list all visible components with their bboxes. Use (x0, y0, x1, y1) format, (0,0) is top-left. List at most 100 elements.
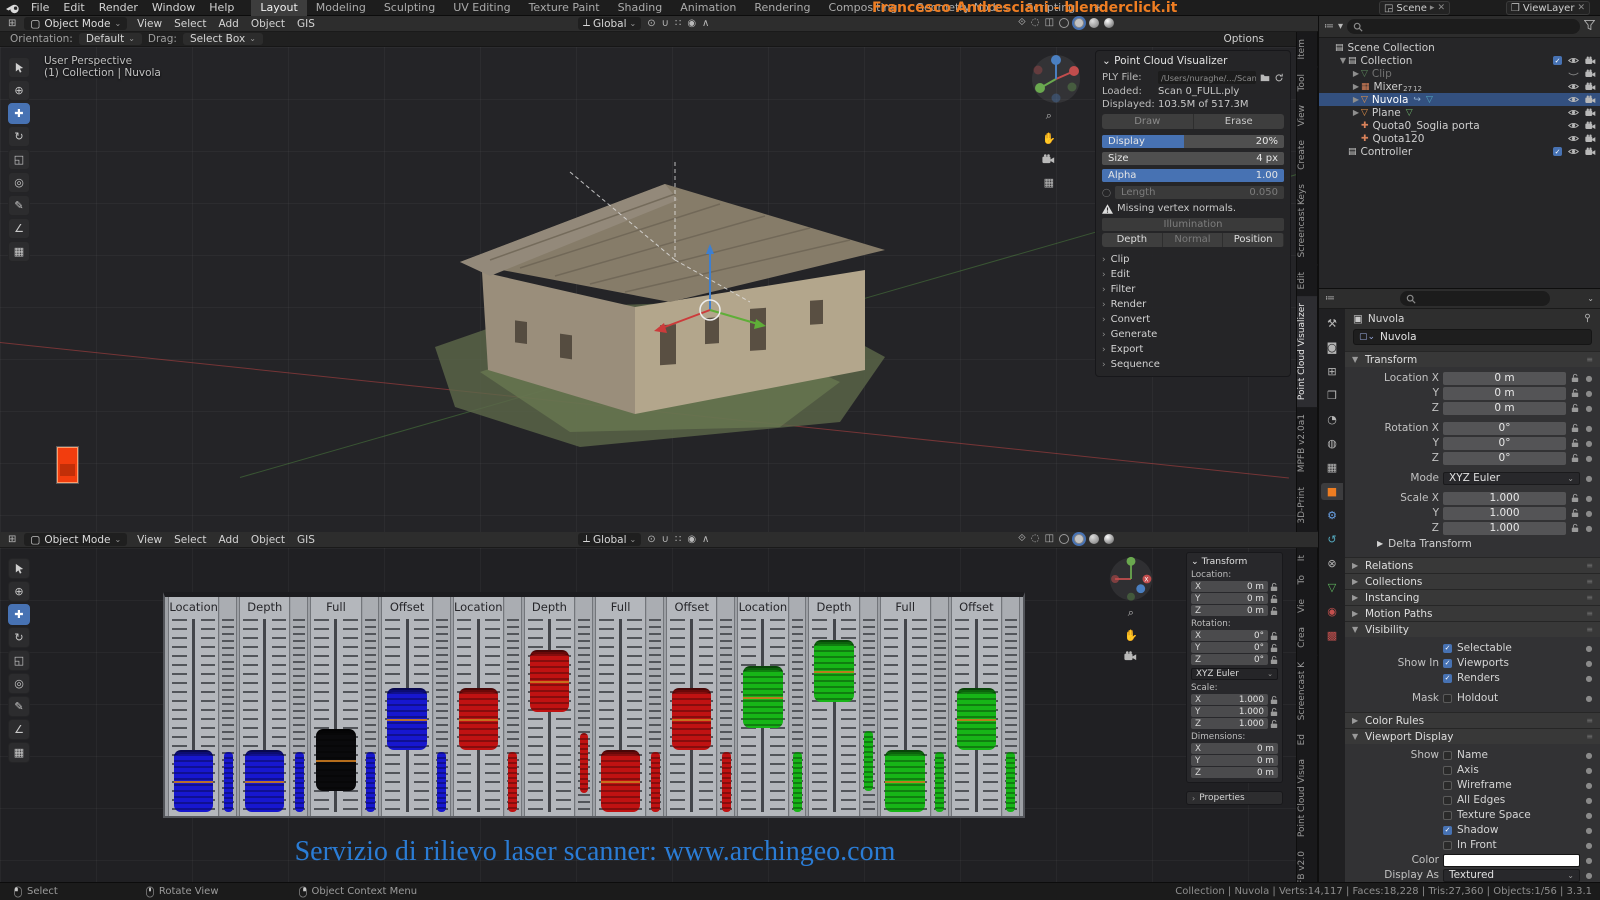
mixer-channel-offset[interactable]: Offset (666, 597, 718, 816)
checkbox-shadow[interactable]: ✓ (1443, 825, 1452, 835)
orientation-global-dropdown[interactable]: ⟂ Global ⌄ (578, 533, 642, 546)
animate-dot-icon[interactable]: ● (1584, 766, 1594, 775)
mixer-trim-fader[interactable] (294, 752, 304, 812)
render-visibility-icon[interactable] (1585, 108, 1596, 117)
viewport-menu-object[interactable]: Object (245, 16, 291, 32)
workspace-tab-rendering[interactable]: Rendering (745, 0, 819, 16)
illumination-toggle[interactable]: Illumination (1102, 218, 1284, 231)
object-name-field[interactable]: ▢⌄ Nuvola (1353, 329, 1592, 345)
mixer-trim-fader[interactable] (366, 752, 375, 812)
mixer-fader[interactable] (387, 688, 428, 751)
pcv-section-filter[interactable]: › Filter (1102, 282, 1284, 297)
animate-dot-icon[interactable]: ● (1584, 524, 1594, 533)
shading-material-icon[interactable] (1089, 17, 1100, 28)
mixer-fader[interactable] (316, 729, 357, 792)
panel-header-color-rules[interactable]: ▶ Color Rules ≡ (1345, 712, 1600, 728)
mixer-trim-fader[interactable] (793, 752, 802, 812)
workspace-tab-sculpting[interactable]: Sculpting (375, 0, 444, 16)
pcv-section-clip[interactable]: › Clip (1102, 252, 1284, 267)
render-visibility-icon[interactable] (1585, 147, 1596, 156)
length-toggle-icon[interactable]: ◯ (1102, 188, 1111, 197)
editor-type-icon[interactable]: ≔ (1324, 21, 1334, 32)
animate-dot-icon[interactable]: ● (1584, 494, 1594, 503)
object-mode-dropdown[interactable]: ▢ Object Mode ⌄ (24, 17, 128, 30)
menu-help[interactable]: Help (202, 0, 241, 16)
render-visibility-icon[interactable] (1585, 82, 1596, 91)
shading-wireframe-icon[interactable] (1059, 533, 1070, 544)
sidebar-tab-screencast-keys[interactable]: Screencast Keys (1297, 177, 1318, 265)
pcv-slider-alpha[interactable]: Alpha 1.00 (1102, 169, 1284, 182)
tool-transform[interactable]: ◎ (8, 673, 30, 694)
mixer-fader[interactable] (458, 688, 499, 751)
prop-field-y[interactable]: 1.000 (1443, 506, 1566, 520)
checkbox-all-edges[interactable] (1443, 795, 1452, 805)
editor-type-icon[interactable]: ⊞ (4, 18, 20, 29)
checkbox-selectable[interactable]: ✓ (1443, 643, 1452, 653)
menu-edit[interactable]: Edit (56, 0, 91, 16)
orientation-global-dropdown[interactable]: ⟂ Global ⌄ (578, 17, 642, 30)
mixer-channel-depth[interactable]: Depth (239, 597, 291, 816)
mixer-channel-depth[interactable]: Depth (523, 597, 576, 816)
animate-dot-icon[interactable]: ● (1584, 659, 1594, 668)
checkbox-axis[interactable] (1443, 765, 1452, 775)
viewlayer-selector[interactable]: ❒ ViewLayer ✕ (1505, 1, 1590, 15)
nav-gizmo-top[interactable] (1030, 53, 1082, 108)
outliner-row-nuvola[interactable]: ▶ ▽ Nuvola ↪ ▽ (1319, 93, 1600, 106)
eye-visibility-icon[interactable] (1568, 121, 1579, 130)
workspace-tab-modeling[interactable]: Modeling (307, 0, 375, 16)
transform-panel-title[interactable]: ⌄ Transform (1191, 556, 1278, 567)
tool-annotate[interactable]: ✎ (8, 696, 30, 717)
transform-field-location-y[interactable]: Y0 m (1191, 593, 1268, 604)
xray-toggle-icon[interactable]: ◫ (1045, 533, 1054, 544)
prop-field-scale-x[interactable]: 1.000 (1443, 491, 1566, 505)
sidebar-tab-vie[interactable]: Vie (1297, 591, 1318, 620)
properties-tab-physics[interactable]: ↺ (1321, 531, 1343, 548)
workspace-tab-animation[interactable]: Animation (671, 0, 745, 16)
animate-dot-icon[interactable]: ● (1584, 796, 1594, 805)
viewport-menu-select[interactable]: Select (168, 16, 212, 32)
mixer-trim-fader[interactable] (579, 733, 589, 794)
sidebar-tab-point-cloud-visualizer[interactable]: Point Cloud Visualizer (1297, 296, 1318, 408)
options-dropdown[interactable]: Options (1223, 32, 1264, 47)
gizmo-toggle-icon[interactable]: ⟐ (1018, 533, 1026, 544)
erase-button[interactable]: Erase (1193, 114, 1284, 129)
sidebar-tab-view[interactable]: View (1297, 97, 1318, 134)
outliner-row-quota120[interactable]: ✚ Quota120 (1319, 132, 1600, 145)
menu-render[interactable]: Render (92, 0, 145, 16)
color-swatch[interactable] (1443, 853, 1580, 867)
prop-field-rotation-x[interactable]: 0° (1443, 421, 1566, 435)
sidebar-tab-edit[interactable]: Edit (1297, 264, 1318, 297)
render-visibility-icon[interactable] (1585, 134, 1596, 143)
pivot-point-icon[interactable]: ⊙ (647, 534, 655, 545)
eye-visibility-icon[interactable] (1568, 134, 1579, 143)
expand-arrow-icon[interactable]: ▶ (1351, 69, 1361, 78)
shading-rendered-icon[interactable] (1104, 533, 1115, 544)
transform-field-scale-y[interactable]: Y 1.000 (1191, 706, 1268, 717)
workspace-tab-uv-editing[interactable]: UV Editing (444, 0, 519, 16)
mixer-channel-location[interactable]: Location (737, 597, 789, 816)
transform-field-dimensions-x[interactable]: X0 m (1191, 743, 1278, 754)
mixer-trim-column[interactable] (860, 597, 878, 816)
mixer-trim-column[interactable] (362, 597, 380, 816)
tool-add-cube[interactable]: ▦ (8, 241, 30, 262)
viewport-menu-gis[interactable]: GIS (291, 532, 321, 548)
tool-measure[interactable]: ∠ (8, 218, 30, 239)
grid-ortho-icon[interactable]: ▦ (1044, 176, 1054, 189)
panel-header-collections[interactable]: ▶ Collections ≡ (1345, 573, 1600, 589)
menu-file[interactable]: File (24, 0, 56, 16)
properties-tab-collection[interactable]: ▦ (1321, 459, 1343, 476)
eye-visibility-icon[interactable] (1568, 82, 1579, 91)
expand-arrow-icon[interactable]: ▶ (1351, 82, 1361, 91)
sidebar-tab-it[interactable]: It (1297, 548, 1318, 569)
mixer-fader[interactable] (885, 750, 926, 812)
transform-field-scale-x[interactable]: X 1.000 (1191, 694, 1268, 705)
pcv-slider-size[interactable]: Size 4 px (1102, 152, 1284, 165)
draw-button[interactable]: Draw (1102, 114, 1194, 129)
pcv-section-edit[interactable]: › Edit (1102, 267, 1284, 282)
properties-tab-texture[interactable]: ▩ (1321, 627, 1343, 644)
panel-header-relations[interactable]: ▶ Relations ≡ (1345, 557, 1600, 573)
mixer-trim-fader[interactable] (508, 752, 518, 812)
tool-transform[interactable]: ◎ (8, 172, 30, 193)
properties-tab-tool[interactable]: ⚒ (1321, 315, 1343, 332)
mixer-channel-offset[interactable]: Offset (381, 597, 433, 816)
